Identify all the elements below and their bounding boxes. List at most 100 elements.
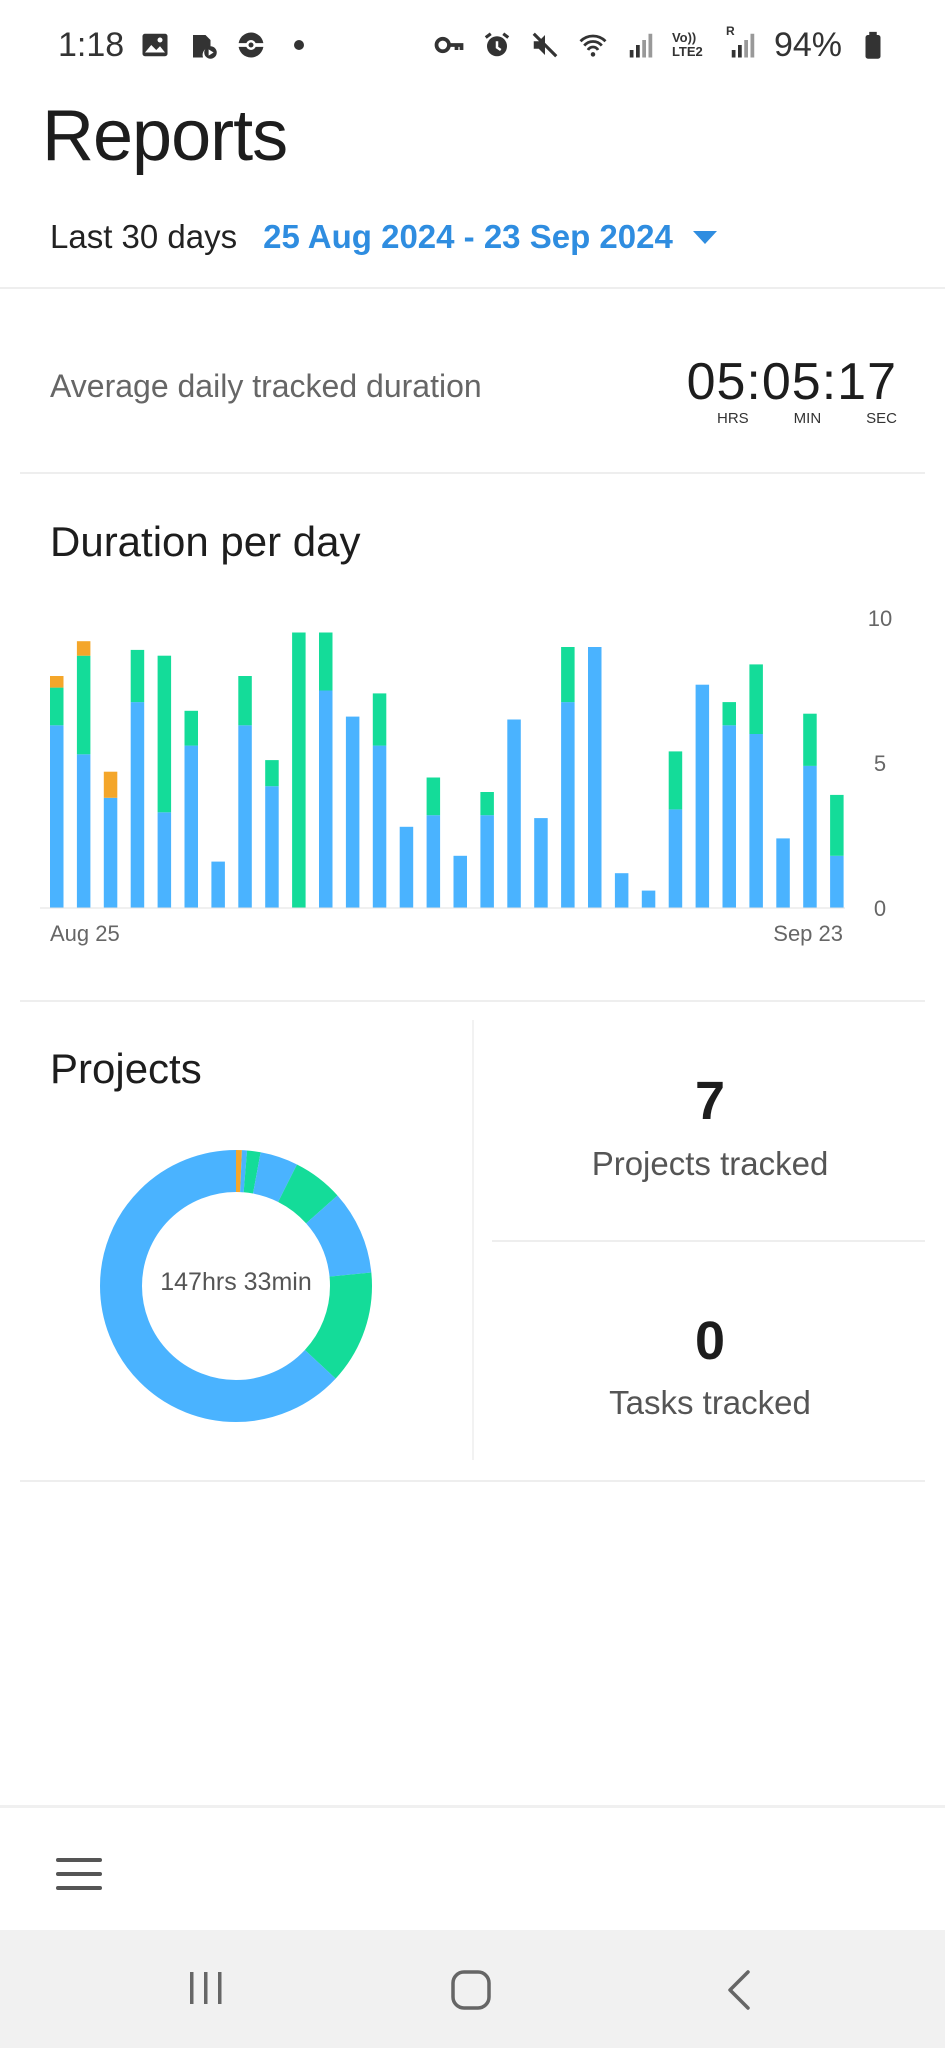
signal-icon — [624, 28, 658, 62]
bar-day-1-series-3 — [50, 676, 64, 688]
bar-day-27-series-1 — [749, 734, 763, 908]
date-range-label: Last 30 days — [50, 218, 237, 256]
date-range-row: Last 30 days 25 Aug 2024 - 23 Sep 2024 — [50, 218, 717, 256]
bar-day-12-series-1 — [346, 717, 360, 908]
bar-day-13-series-2 — [373, 693, 387, 745]
projects-tracked-label: Projects tracked — [490, 1145, 930, 1183]
system-navigation-bar — [0, 1930, 945, 2048]
bar-day-7-series-1 — [211, 862, 225, 908]
bar-day-8-series-1 — [238, 725, 252, 908]
dot-icon — [282, 28, 316, 62]
vertical-divider — [472, 1020, 474, 1460]
divider — [20, 472, 925, 474]
status-right: Vo)) LTE2 R 94% — [432, 26, 890, 65]
chart-title: Duration per day — [50, 518, 361, 566]
pokeball-icon — [234, 28, 268, 62]
bar-day-20-series-2 — [561, 647, 575, 702]
average-time: 05:05:17 — [687, 352, 897, 412]
bar-day-11-series-1 — [319, 691, 333, 909]
chart-bars — [50, 633, 844, 909]
signal-roaming-icon: R — [726, 28, 760, 62]
bar-day-30-series-2 — [830, 795, 844, 856]
duration-bar-chart: 0 5 10 Aug 25 Sep 23 — [40, 600, 910, 950]
bar-day-1-series-2 — [50, 688, 64, 726]
average-units: HRS MIN SEC — [717, 410, 897, 427]
mute-icon — [528, 28, 562, 62]
bar-day-24-series-1 — [669, 809, 683, 908]
bar-day-3-series-1 — [104, 798, 118, 908]
bar-day-29-series-1 — [803, 766, 817, 908]
chart-y-ticks: 0 5 10 — [868, 606, 892, 921]
app-notification-icon — [186, 28, 220, 62]
tasks-tracked-count: 0 — [490, 1310, 930, 1372]
bar-day-11-series-2 — [319, 633, 333, 691]
status-time: 1:18 — [58, 26, 124, 65]
caret-down-icon — [693, 231, 717, 244]
bottom-app-bar — [0, 1805, 945, 1933]
divider — [492, 1240, 925, 1242]
bar-day-9-series-2 — [265, 760, 279, 786]
bar-day-16-series-1 — [454, 856, 468, 908]
hamburger-menu-icon[interactable] — [56, 1858, 102, 1890]
battery-icon — [856, 28, 890, 62]
y-tick-label: 10 — [868, 606, 892, 631]
bar-day-3-series-3 — [104, 772, 118, 798]
bar-day-19-series-1 — [534, 818, 548, 908]
bar-day-27-series-2 — [749, 664, 763, 734]
divider — [20, 1480, 925, 1482]
bar-day-15-series-2 — [427, 778, 441, 816]
image-icon — [138, 28, 172, 62]
x-tick-start: Aug 25 — [50, 921, 120, 946]
date-range-dropdown[interactable]: 25 Aug 2024 - 23 Sep 2024 — [263, 218, 717, 256]
status-left: 1:18 — [58, 26, 316, 65]
volte-indicator: Vo)) LTE2 — [672, 31, 712, 59]
bar-day-26-series-1 — [723, 725, 737, 908]
bar-day-17-series-1 — [480, 815, 494, 908]
tasks-tracked-label: Tasks tracked — [490, 1384, 930, 1422]
donut-total-label: 147hrs 33min — [100, 1268, 372, 1297]
bar-day-2-series-1 — [77, 754, 91, 908]
vpn-key-icon — [432, 28, 466, 62]
bar-day-14-series-1 — [400, 827, 414, 908]
y-tick-label: 0 — [874, 896, 886, 921]
bar-day-26-series-2 — [723, 702, 737, 725]
divider — [20, 1000, 925, 1002]
unit-min: MIN — [794, 410, 822, 427]
wifi-icon — [576, 28, 610, 62]
x-tick-end: Sep 23 — [773, 921, 843, 946]
y-tick-label: 5 — [874, 751, 886, 776]
bar-day-28-series-1 — [776, 838, 790, 908]
roaming-label: R — [726, 24, 735, 38]
bar-day-17-series-2 — [480, 792, 494, 815]
bar-day-25-series-1 — [696, 685, 710, 908]
bar-day-22-series-1 — [615, 873, 629, 908]
unit-hrs: HRS — [717, 410, 749, 427]
page-title: Reports — [42, 95, 287, 177]
bar-day-4-series-1 — [131, 702, 145, 908]
reports-screen: 1:18 — [0, 0, 945, 2048]
bar-day-6-series-2 — [185, 711, 199, 746]
bar-day-2-series-2 — [77, 656, 91, 755]
bar-day-15-series-1 — [427, 815, 441, 908]
bar-day-5-series-2 — [158, 656, 172, 813]
bar-day-13-series-1 — [373, 746, 387, 908]
home-icon[interactable] — [449, 1968, 493, 2017]
divider — [0, 287, 945, 289]
bar-day-23-series-1 — [642, 891, 656, 908]
bar-day-10-series-2 — [292, 633, 306, 909]
bar-day-9-series-1 — [265, 786, 279, 908]
bar-day-24-series-2 — [669, 751, 683, 809]
back-icon[interactable] — [720, 1968, 760, 2017]
bar-day-2-series-3 — [77, 641, 91, 656]
bar-day-5-series-1 — [158, 812, 172, 908]
unit-sec: SEC — [866, 410, 897, 427]
bar-day-30-series-1 — [830, 856, 844, 908]
recent-apps-icon[interactable] — [186, 1968, 226, 2013]
average-label: Average daily tracked duration — [50, 368, 482, 405]
bar-day-18-series-1 — [507, 720, 521, 909]
bar-day-21-series-1 — [588, 647, 602, 908]
bar-day-1-series-1 — [50, 725, 64, 908]
bar-day-8-series-2 — [238, 676, 252, 725]
battery-percent: 94% — [774, 26, 842, 65]
date-range-value: 25 Aug 2024 - 23 Sep 2024 — [263, 218, 673, 256]
